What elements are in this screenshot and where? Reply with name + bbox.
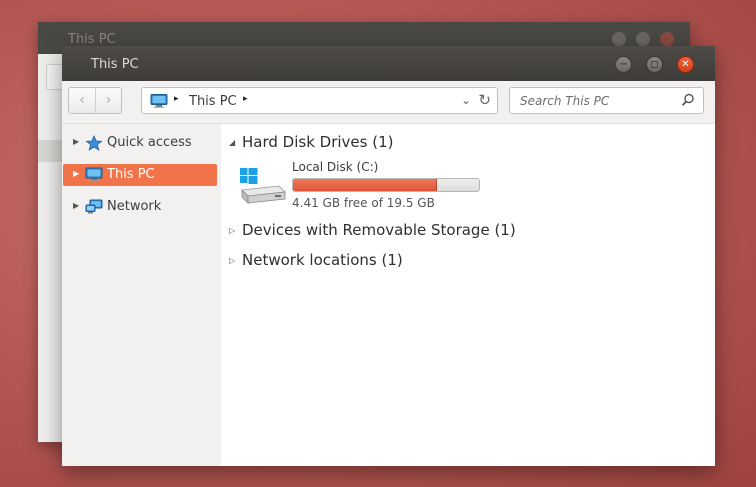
drive-usage-fill <box>293 179 437 191</box>
breadcrumb-separator[interactable]: ▸ <box>243 94 248 104</box>
minimize-button[interactable]: − <box>615 56 632 73</box>
sidebar-item-label: This PC <box>107 167 155 182</box>
navigation-buttons: ‹ › <box>68 87 122 114</box>
expand-arrow-icon[interactable]: ▶ <box>73 201 79 210</box>
group-header[interactable]: Network locations (1) <box>242 251 403 269</box>
content-pane: ◢ Hard Disk Drives (1) Local Disk (C:) 4… <box>221 124 715 466</box>
background-minimize-button[interactable] <box>612 32 626 46</box>
star-pin-icon <box>85 135 103 151</box>
background-sidebar <box>38 54 62 442</box>
back-button[interactable]: ‹ <box>69 88 95 113</box>
drive-name: Local Disk (C:) <box>292 160 379 174</box>
expand-arrow-icon[interactable]: ▷ <box>229 226 235 235</box>
close-button[interactable]: ✕ <box>677 56 694 73</box>
drive-local-disk-c[interactable]: Local Disk (C:) 4.41 GB free of 19.5 GB <box>239 160 499 212</box>
expand-arrow-icon[interactable]: ▶ <box>73 137 79 146</box>
expand-arrow-icon[interactable]: ▷ <box>229 256 235 265</box>
refresh-icon[interactable]: ↻ <box>478 91 491 109</box>
sidebar-item-network[interactable]: ▶ Network <box>63 196 217 218</box>
group-header[interactable]: Hard Disk Drives (1) <box>242 133 393 151</box>
titlebar[interactable]: This PC − ◻ ✕ <box>62 46 715 81</box>
computer-icon <box>85 167 103 183</box>
sidebar-item-this-pc[interactable]: ▶ This PC <box>63 164 217 186</box>
network-icon <box>85 199 103 215</box>
sidebar-item-label: Quick access <box>107 135 192 150</box>
background-close-button[interactable] <box>660 32 674 46</box>
collapse-arrow-icon[interactable]: ◢ <box>229 138 235 147</box>
maximize-button[interactable]: ◻ <box>646 56 663 73</box>
breadcrumb-this-pc[interactable]: This PC <box>189 94 237 109</box>
navigation-pane: ▶ Quick access ▶ This PC ▶ Network <box>62 124 221 466</box>
expand-arrow-icon[interactable]: ▶ <box>73 169 79 178</box>
breadcrumb-separator[interactable]: ▸ <box>174 94 179 104</box>
sidebar-item-label: Network <box>107 199 162 214</box>
sidebar-item-quick-access[interactable]: ▶ Quick access <box>63 132 217 154</box>
background-selected-item <box>38 140 62 162</box>
search-icon[interactable] <box>681 93 695 110</box>
hard-drive-windows-icon <box>239 167 287 210</box>
forward-button[interactable]: › <box>95 88 121 113</box>
background-window-title: This PC <box>68 32 116 47</box>
drive-usage-bar <box>292 178 480 192</box>
window-title: This PC <box>91 57 139 72</box>
computer-icon <box>150 94 168 112</box>
file-explorer-window: This PC − ◻ ✕ ‹ › ▸ This PC ▸ ⌄ ↻ Search… <box>62 46 715 466</box>
group-header[interactable]: Devices with Removable Storage (1) <box>242 221 516 239</box>
address-bar[interactable]: ▸ This PC ▸ ⌄ ↻ <box>141 87 498 114</box>
search-box[interactable] <box>509 87 704 114</box>
search-input[interactable] <box>520 89 680 113</box>
chevron-down-icon[interactable]: ⌄ <box>461 93 471 107</box>
background-maximize-button[interactable] <box>636 32 650 46</box>
toolbar: ‹ › ▸ This PC ▸ ⌄ ↻ <box>62 81 715 124</box>
drive-free-space: 4.41 GB free of 19.5 GB <box>292 196 435 210</box>
